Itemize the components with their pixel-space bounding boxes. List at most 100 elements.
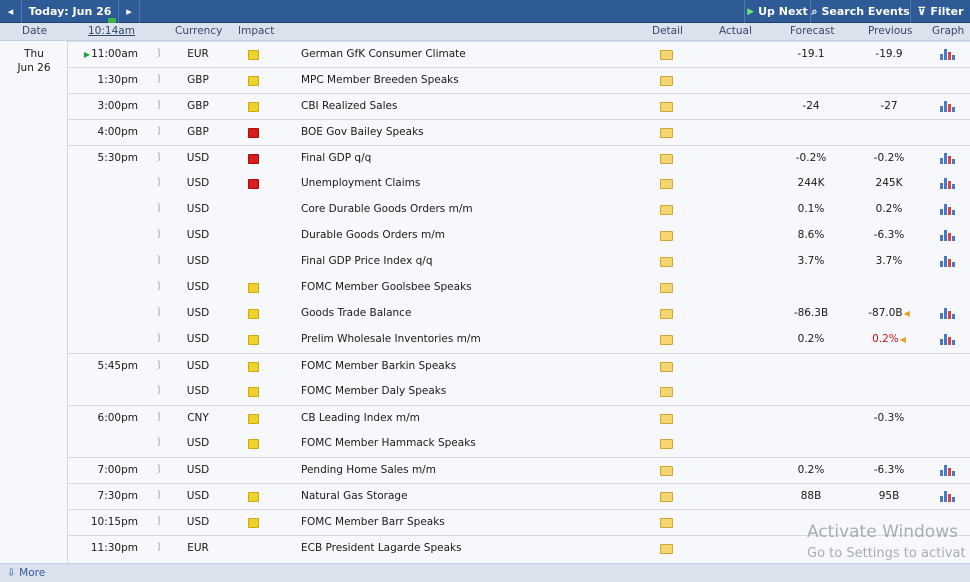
graph-icon[interactable] — [940, 490, 955, 502]
next-day-button[interactable]: ▸ — [118, 0, 140, 23]
table-row[interactable]: 6:00pm ❳ CNY CB Leading Index m/m -0.3% — [68, 405, 970, 431]
detail-folder-icon[interactable] — [660, 387, 673, 397]
detail-folder-icon[interactable] — [660, 257, 673, 267]
table-row[interactable]: 7:30pm ❳ USD Natural Gas Storage 88B 95B — [68, 483, 970, 509]
event-title[interactable]: Core Durable Goods Orders m/m — [301, 203, 473, 215]
event-currency: EUR — [187, 48, 209, 60]
event-title[interactable]: CB Leading Index m/m — [301, 412, 420, 424]
detail-folder-icon[interactable] — [660, 439, 673, 449]
detail-folder-icon[interactable] — [660, 544, 673, 554]
sound-icon[interactable]: ❳ — [155, 542, 165, 552]
sound-icon[interactable]: ❳ — [155, 412, 165, 422]
event-title[interactable]: Natural Gas Storage — [301, 490, 408, 502]
table-row[interactable]: ❳ USD Prelim Wholesale Inventories m/m 0.2%… — [68, 327, 970, 353]
table-row[interactable]: ❳ USD Durable Goods Orders m/m 8.6% -6.3% — [68, 223, 970, 249]
graph-icon[interactable] — [940, 255, 955, 267]
table-row[interactable]: ▶11:00am ❳ EUR German GfK Consumer Climate -… — [68, 41, 970, 67]
graph-icon[interactable] — [940, 48, 955, 60]
graph-icon[interactable] — [940, 152, 955, 164]
sound-icon[interactable]: ❳ — [155, 203, 165, 213]
graph-icon[interactable] — [940, 229, 955, 241]
table-row[interactable]: ❳ USD Core Durable Goods Orders m/m 0.1% 0.2… — [68, 197, 970, 223]
detail-folder-icon[interactable] — [660, 154, 673, 164]
table-row[interactable]: ❳ USD Unemployment Claims 244K 245K — [68, 171, 970, 197]
table-row[interactable]: 3:00pm ❳ GBP CBI Realized Sales -24 -27 — [68, 93, 970, 119]
col-current-time[interactable]: 10:14am — [88, 25, 135, 37]
event-title[interactable]: FOMC Member Barkin Speaks — [301, 360, 456, 372]
sound-icon[interactable]: ❳ — [155, 152, 165, 162]
event-title[interactable]: FOMC Member Hammack Speaks — [301, 437, 476, 449]
more-link[interactable]: ⇩ More — [7, 567, 45, 579]
detail-folder-icon[interactable] — [660, 309, 673, 319]
detail-folder-icon[interactable] — [660, 466, 673, 476]
detail-folder-icon[interactable] — [660, 50, 673, 60]
detail-folder-icon[interactable] — [660, 205, 673, 215]
up-next-button[interactable]: ▶ Up Next — [744, 0, 810, 23]
graph-icon[interactable] — [940, 203, 955, 215]
sound-icon[interactable]: ❳ — [155, 307, 165, 317]
sound-icon[interactable]: ❳ — [155, 48, 165, 58]
detail-folder-icon[interactable] — [660, 492, 673, 502]
detail-folder-icon[interactable] — [660, 414, 673, 424]
sound-icon[interactable]: ❳ — [155, 464, 165, 474]
sound-icon[interactable]: ❳ — [155, 177, 165, 187]
event-title[interactable]: Final GDP q/q — [301, 152, 371, 164]
detail-folder-icon[interactable] — [660, 102, 673, 112]
event-title[interactable]: German GfK Consumer Climate — [301, 48, 466, 60]
table-row[interactable]: ❳ USD FOMC Member Goolsbee Speaks — [68, 275, 970, 301]
sound-icon[interactable]: ❳ — [155, 490, 165, 500]
table-row[interactable]: 5:45pm ❳ USD FOMC Member Barkin Speaks — [68, 353, 970, 379]
graph-icon[interactable] — [940, 464, 955, 476]
detail-folder-icon[interactable] — [660, 76, 673, 86]
event-title[interactable]: Prelim Wholesale Inventories m/m — [301, 333, 481, 345]
table-row[interactable]: ❳ USD Goods Trade Balance -86.3B -87.0B◀ — [68, 301, 970, 327]
table-row[interactable]: 1:30pm ❳ GBP MPC Member Breeden Speaks — [68, 67, 970, 93]
sound-icon[interactable]: ❳ — [155, 516, 165, 526]
sound-icon[interactable]: ❳ — [155, 360, 165, 370]
detail-folder-icon[interactable] — [660, 335, 673, 345]
table-row[interactable]: 7:00pm ❳ USD Pending Home Sales m/m 0.2% -6.3… — [68, 457, 970, 483]
sound-icon[interactable]: ❳ — [155, 437, 165, 447]
event-title[interactable]: Durable Goods Orders m/m — [301, 229, 445, 241]
sound-icon[interactable]: ❳ — [155, 385, 165, 395]
event-title[interactable]: ECB President Lagarde Speaks — [301, 542, 462, 554]
detail-folder-icon[interactable] — [660, 283, 673, 293]
event-currency: USD — [186, 307, 210, 319]
detail-folder-icon[interactable] — [660, 128, 673, 138]
detail-folder-icon[interactable] — [660, 518, 673, 528]
filter-button[interactable]: ⊽ Filter — [910, 0, 970, 23]
previous-day-button[interactable]: ◂ — [0, 0, 22, 23]
sound-icon[interactable]: ❳ — [155, 281, 165, 291]
detail-folder-icon[interactable] — [660, 231, 673, 241]
event-title[interactable]: FOMC Member Goolsbee Speaks — [301, 281, 472, 293]
today-button[interactable]: Today: Jun 26 — [22, 0, 118, 23]
sound-icon[interactable]: ❳ — [155, 126, 165, 136]
table-row[interactable]: 4:00pm ❳ GBP BOE Gov Bailey Speaks — [68, 119, 970, 145]
event-title[interactable]: FOMC Member Barr Speaks — [301, 516, 445, 528]
search-events-button[interactable]: ⌕ Search Events — [810, 0, 910, 23]
sound-icon[interactable]: ❳ — [155, 100, 165, 110]
event-title[interactable]: Goods Trade Balance — [301, 307, 411, 319]
impact-low-icon — [248, 50, 259, 60]
sound-icon[interactable]: ❳ — [155, 333, 165, 343]
graph-icon[interactable] — [940, 100, 955, 112]
detail-folder-icon[interactable] — [660, 362, 673, 372]
event-title[interactable]: Pending Home Sales m/m — [301, 464, 436, 476]
event-title[interactable]: MPC Member Breeden Speaks — [301, 74, 459, 86]
event-title[interactable]: BOE Gov Bailey Speaks — [301, 126, 424, 138]
event-title[interactable]: CBI Realized Sales — [301, 100, 397, 112]
graph-icon[interactable] — [940, 333, 955, 345]
table-row[interactable]: ❳ USD FOMC Member Hammack Speaks — [68, 431, 970, 457]
sound-icon[interactable]: ❳ — [155, 255, 165, 265]
event-title[interactable]: Unemployment Claims — [301, 177, 420, 189]
detail-folder-icon[interactable] — [660, 179, 673, 189]
event-title[interactable]: Final GDP Price Index q/q — [301, 255, 433, 267]
graph-icon[interactable] — [940, 177, 955, 189]
graph-icon[interactable] — [940, 307, 955, 319]
table-row[interactable]: 5:30pm ❳ USD Final GDP q/q -0.2% -0.2% — [68, 145, 970, 171]
event-title[interactable]: FOMC Member Daly Speaks — [301, 385, 446, 397]
sound-icon[interactable]: ❳ — [155, 229, 165, 239]
table-row[interactable]: ❳ USD FOMC Member Daly Speaks — [68, 379, 970, 405]
table-row[interactable]: ❳ USD Final GDP Price Index q/q 3.7% 3.7% — [68, 249, 970, 275]
sound-icon[interactable]: ❳ — [155, 74, 165, 84]
